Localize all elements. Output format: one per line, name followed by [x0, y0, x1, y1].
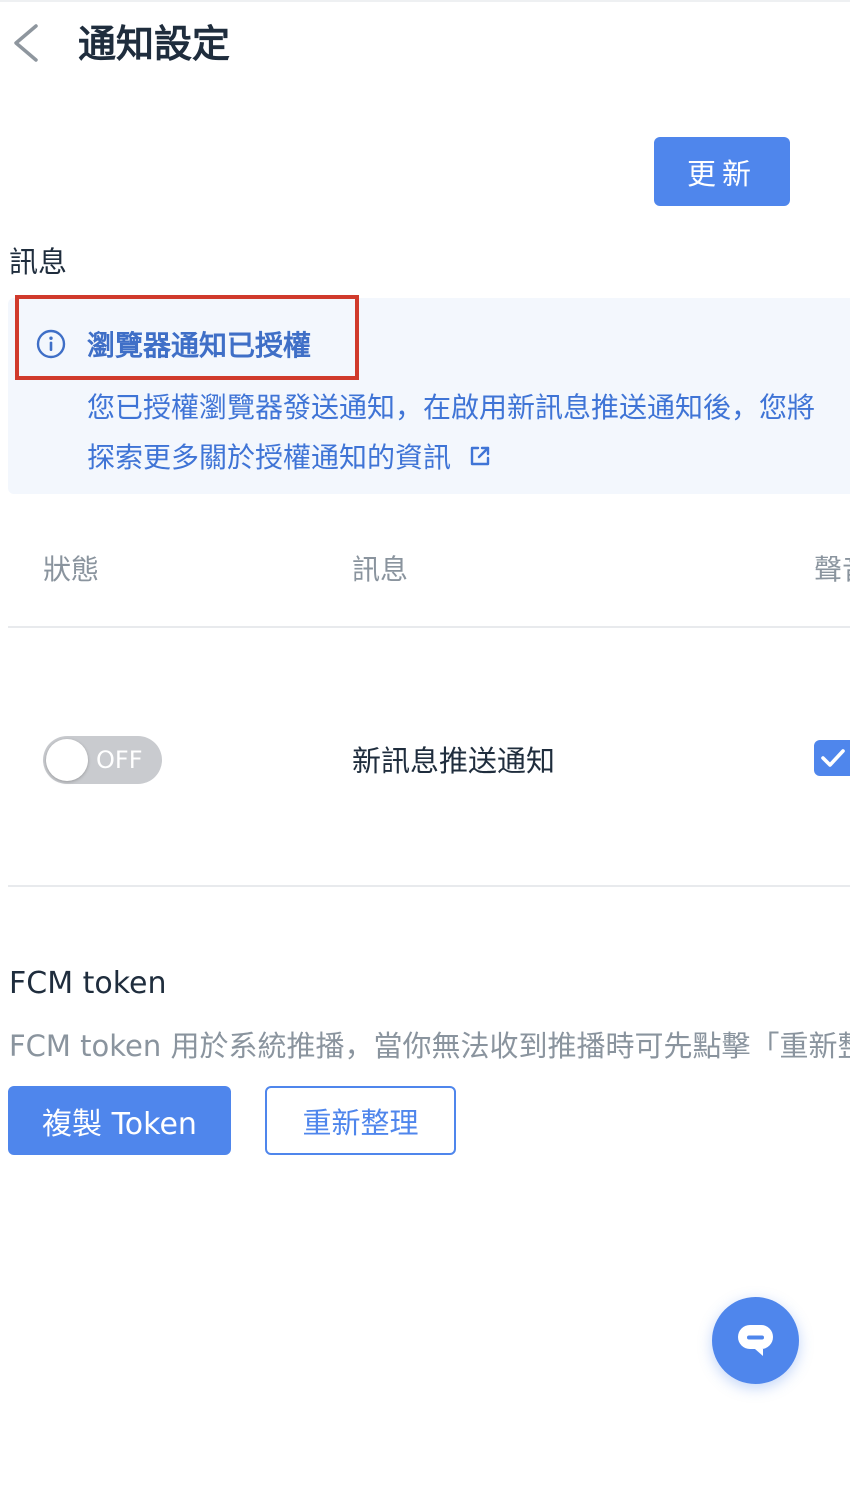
- alert-title-row: 瀏覽器通知已授權: [36, 322, 311, 366]
- messages-section-label: 訊息: [9, 245, 68, 279]
- learn-more-link-text[interactable]: 探索更多關於授權通知的資訊: [87, 436, 451, 476]
- external-link-icon: [470, 446, 490, 466]
- sound-checkbox[interactable]: [814, 740, 850, 776]
- back-button[interactable]: [8, 18, 52, 68]
- column-header-status: 狀態: [43, 553, 100, 586]
- alert-title: 瀏覽器通知已授權: [87, 329, 312, 362]
- table-row-divider: [8, 885, 850, 887]
- alert-body: 您已授權瀏覽器發送通知，在啟用新訊息推送通知後，您將: [87, 391, 816, 424]
- update-button[interactable]: 更新: [654, 137, 790, 206]
- fcm-section-title: FCM token: [9, 966, 167, 1001]
- table-header-divider: [8, 626, 850, 628]
- refresh-token-button[interactable]: 重新整理: [265, 1086, 456, 1155]
- column-header-message: 訊息: [352, 553, 409, 586]
- page-header: 通知設定: [0, 0, 850, 92]
- page-title: 通知設定: [78, 22, 231, 66]
- notification-permission-alert: 瀏覽器通知已授權 您已授權瀏覽器發送通知，在啟用新訊息推送通知後，您將 探索更多…: [8, 298, 850, 494]
- copy-token-button[interactable]: 複製 Token: [8, 1086, 231, 1155]
- chat-icon: [738, 1325, 773, 1356]
- checkmark-icon: [821, 749, 845, 767]
- column-header-sound: 聲音: [814, 553, 850, 586]
- table-row-message-label: 新訊息推送通知: [352, 744, 556, 778]
- learn-more-link[interactable]: 探索更多關於授權通知的資訊: [87, 434, 493, 478]
- toggle-knob: [46, 739, 88, 781]
- chat-button[interactable]: [712, 1297, 799, 1384]
- new-message-push-toggle[interactable]: OFF: [43, 736, 162, 784]
- chevron-left-icon: [14, 24, 38, 62]
- info-icon: [36, 329, 66, 359]
- notification-settings-page: 通知設定 更新 訊息 瀏覽器通知已授權 您已授權瀏覽器發送通知，在啟用新訊息推送…: [0, 0, 850, 1486]
- fcm-description: FCM token 用於系統推播，當你無法收到推播時可先點擊「重新整理」: [9, 1029, 850, 1063]
- toggle-state-label: OFF: [96, 746, 143, 774]
